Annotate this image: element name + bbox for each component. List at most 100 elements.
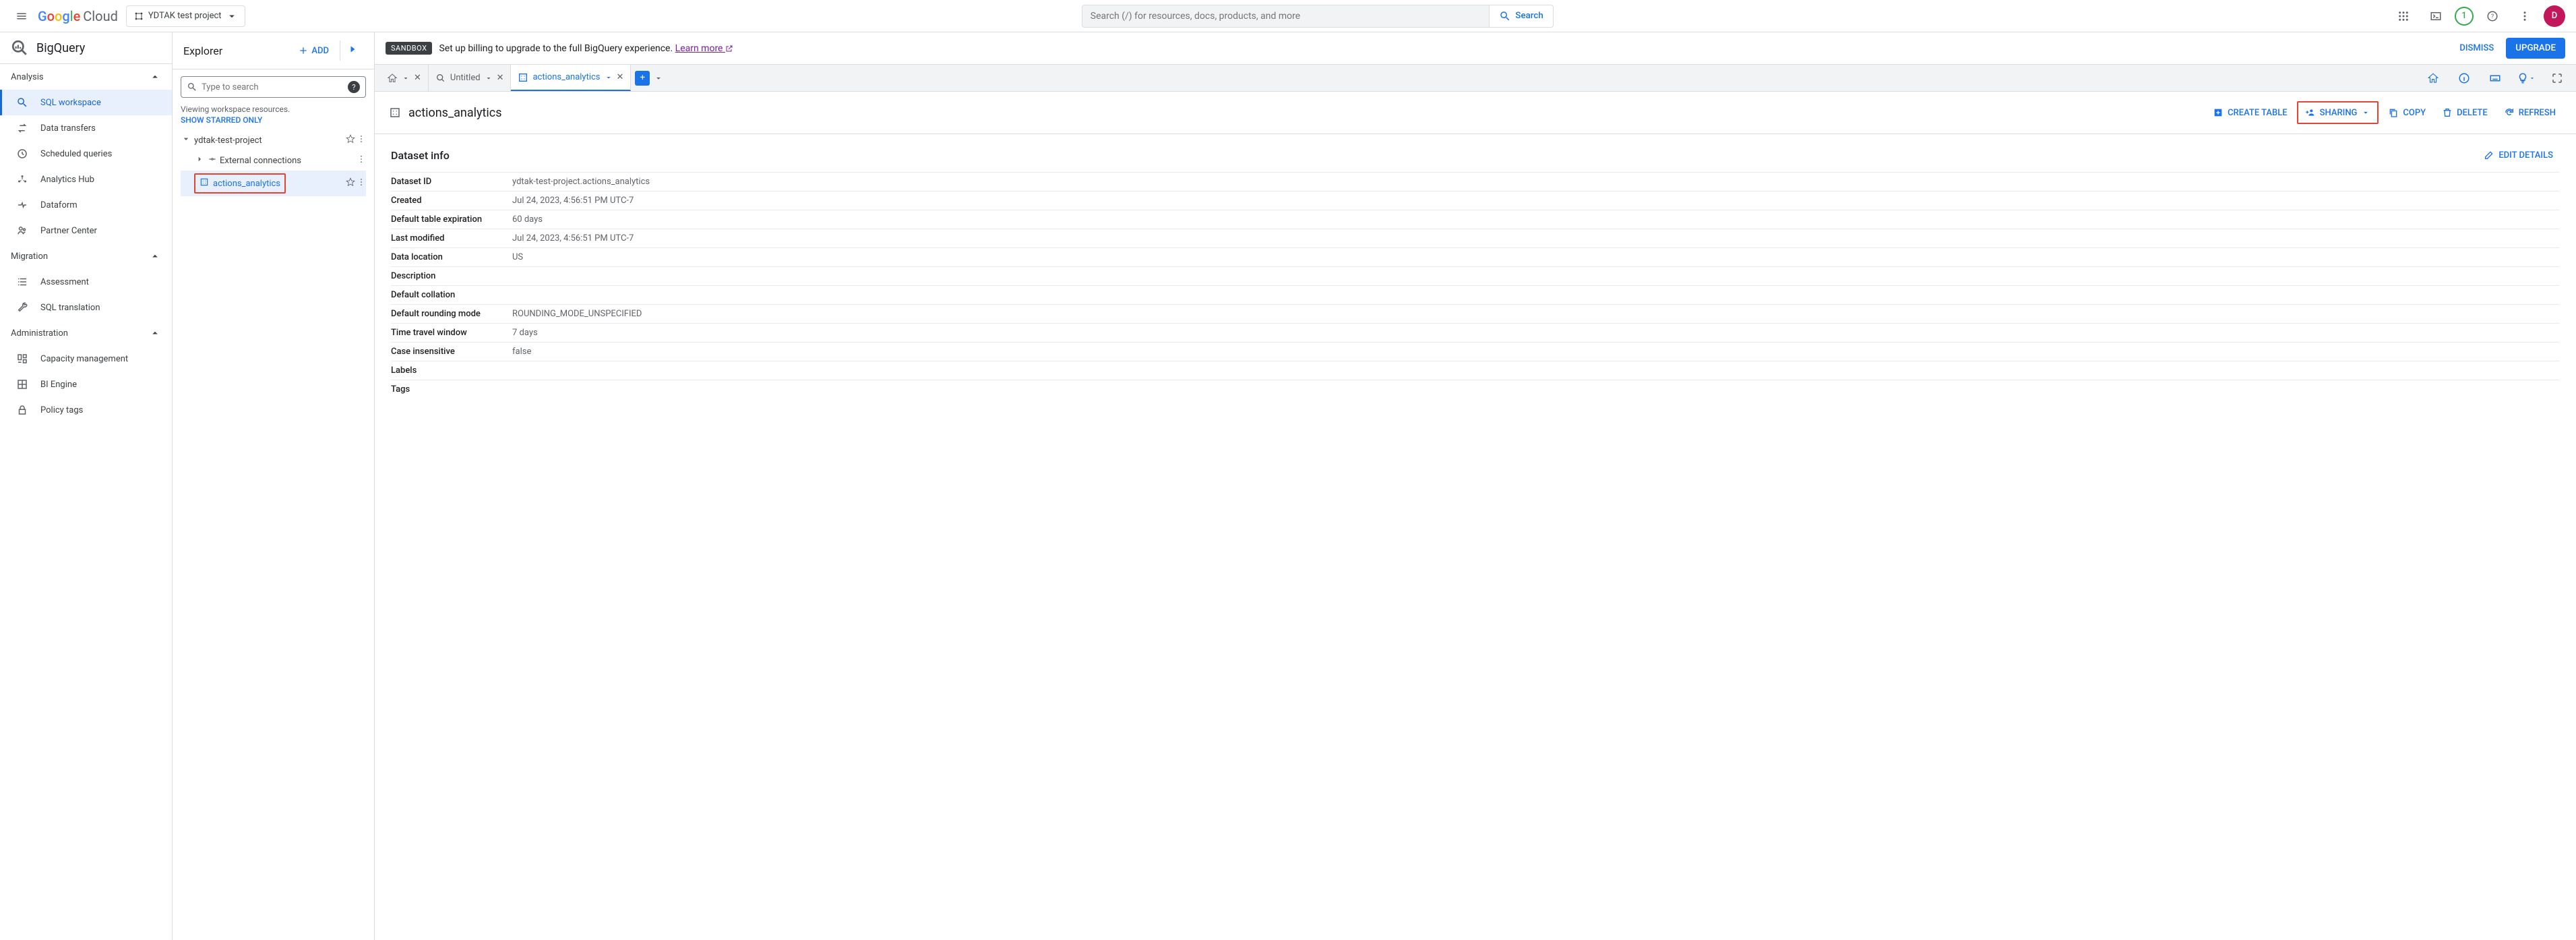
nav-sql-workspace[interactable]: SQL workspace	[0, 90, 172, 115]
nav-bi-engine[interactable]: BI Engine	[0, 372, 172, 397]
nav-scheduled-queries[interactable]: Scheduled queries	[0, 141, 172, 167]
fullscreen-icon[interactable]	[2544, 65, 2571, 92]
search-help-icon[interactable]: ?	[348, 81, 360, 93]
chevron-up-icon	[149, 71, 161, 83]
clock-icon	[16, 148, 28, 160]
sandbox-banner: SANDBOX Set up billing to upgrade to the…	[375, 32, 2576, 65]
collapse-panel-button[interactable]	[340, 40, 363, 61]
pencil-icon	[2484, 149, 2494, 161]
plus-icon	[298, 45, 309, 56]
learn-more-link[interactable]: Learn more	[675, 43, 733, 54]
nav-partner-center[interactable]: Partner Center	[0, 218, 172, 243]
plus-box-icon	[2213, 107, 2224, 119]
chevron-down-icon	[226, 10, 238, 22]
copy-icon	[2388, 107, 2399, 119]
gcloud-logo[interactable]: Google Cloud	[38, 8, 118, 24]
search-button-label: Search	[1515, 11, 1543, 21]
dataset-info-section: Dataset info EDIT DETAILS Dataset IDydta…	[375, 134, 2576, 409]
collapse-icon	[346, 43, 358, 55]
person-add-icon	[2305, 107, 2316, 119]
info-icon[interactable]	[2451, 65, 2478, 92]
info-table: Dataset IDydtak-test-project.actions_ana…	[391, 172, 2560, 399]
close-icon[interactable]: ✕	[497, 73, 504, 83]
viewing-message: Viewing workspace resources.	[181, 105, 366, 114]
close-icon[interactable]: ✕	[617, 72, 624, 82]
explorer-title: Explorer	[183, 45, 222, 57]
tab-home[interactable]: ✕	[380, 65, 429, 91]
cloud-shell-icon[interactable]	[2422, 3, 2449, 30]
sharing-button[interactable]: SHARING	[2297, 101, 2379, 124]
table-row: Default rounding modeROUNDING_MODE_UNSPE…	[391, 305, 2560, 324]
star-icon[interactable]	[346, 177, 355, 189]
hamburger-menu[interactable]	[5, 0, 38, 32]
table-row: Case insensitivefalse	[391, 343, 2560, 361]
chevron-down-icon	[181, 133, 191, 145]
upgrade-button[interactable]: UPGRADE	[2506, 38, 2565, 59]
show-starred-link[interactable]: SHOW STARRED ONLY	[181, 115, 262, 125]
nav-policy-tags[interactable]: Policy tags	[0, 397, 172, 423]
connection-icon	[208, 154, 217, 164]
tree-dataset-row[interactable]: actions_analytics	[181, 171, 366, 196]
notifications-badge[interactable]: 1	[2455, 7, 2474, 26]
more-icon[interactable]	[357, 134, 366, 146]
more-icon[interactable]	[357, 154, 366, 167]
table-row: Tags	[391, 380, 2560, 399]
search-input[interactable]	[1082, 5, 1490, 27]
section-migration[interactable]: Migration	[0, 243, 172, 269]
section-administration[interactable]: Administration	[0, 320, 172, 346]
help-icon[interactable]: ?	[2479, 3, 2506, 30]
nav-data-transfers[interactable]: Data transfers	[0, 115, 172, 141]
chevron-down-icon[interactable]	[654, 72, 663, 84]
chevron-down-icon	[402, 72, 410, 84]
more-icon[interactable]	[2511, 3, 2538, 30]
dismiss-button[interactable]: DISMISS	[2453, 39, 2501, 57]
section-analysis[interactable]: Analysis	[0, 64, 172, 90]
edit-details-button[interactable]: EDIT DETAILS	[2477, 145, 2560, 165]
add-button[interactable]: ADD	[294, 42, 333, 59]
tab-dataset[interactable]: actions_analytics ✕	[511, 65, 631, 91]
list-icon	[16, 276, 28, 288]
sandbox-chip: SANDBOX	[386, 42, 432, 55]
home-shortcut-icon[interactable]	[2420, 65, 2447, 92]
table-row: Description	[391, 267, 2560, 286]
apps-icon[interactable]	[2390, 3, 2417, 30]
partner-icon	[16, 225, 28, 237]
chevron-up-icon	[149, 327, 161, 339]
lock-icon	[16, 404, 28, 416]
project-picker[interactable]: YDTAK test project	[126, 5, 245, 27]
create-table-button[interactable]: CREATE TABLE	[2206, 102, 2294, 123]
lightbulb-icon[interactable]	[2513, 65, 2540, 92]
star-icon[interactable]	[346, 134, 355, 146]
keyboard-icon[interactable]	[2482, 65, 2509, 92]
tree-project-row[interactable]: ydtak-test-project	[181, 130, 366, 150]
delete-button[interactable]: DELETE	[2435, 102, 2494, 123]
dataset-title: actions_analytics	[408, 106, 502, 120]
product-title: BigQuery	[36, 41, 85, 55]
nav-dataform[interactable]: Dataform	[0, 192, 172, 218]
copy-button[interactable]: COPY	[2381, 102, 2432, 123]
nav-assessment[interactable]: Assessment	[0, 269, 172, 295]
dataset-icon	[518, 71, 528, 84]
project-icon	[133, 11, 144, 22]
nav-sql-translation[interactable]: SQL translation	[0, 295, 172, 320]
chevron-down-icon	[2361, 107, 2370, 119]
tree-external-row[interactable]: External connections	[181, 150, 366, 171]
avatar[interactable]: D	[2544, 5, 2565, 27]
chevron-up-icon	[149, 250, 161, 262]
refresh-button[interactable]: REFRESH	[2497, 102, 2563, 123]
search-icon	[16, 96, 28, 109]
dataset-icon	[388, 107, 402, 119]
refresh-icon	[2504, 107, 2515, 119]
explorer-search-input[interactable]	[202, 82, 344, 92]
nav-analytics-hub[interactable]: Analytics Hub	[0, 167, 172, 192]
home-icon	[387, 72, 398, 84]
search-button[interactable]: Search	[1489, 5, 1552, 27]
close-icon[interactable]: ✕	[414, 73, 421, 83]
tab-untitled[interactable]: Untitled ✕	[429, 65, 512, 91]
info-heading: Dataset info	[391, 149, 450, 162]
new-tab-button[interactable]: +	[635, 71, 650, 86]
explorer-search[interactable]: ?	[181, 76, 366, 98]
nav-capacity-management[interactable]: Capacity management	[0, 346, 172, 372]
more-icon[interactable]	[357, 177, 366, 189]
dashboard-icon	[16, 353, 28, 365]
